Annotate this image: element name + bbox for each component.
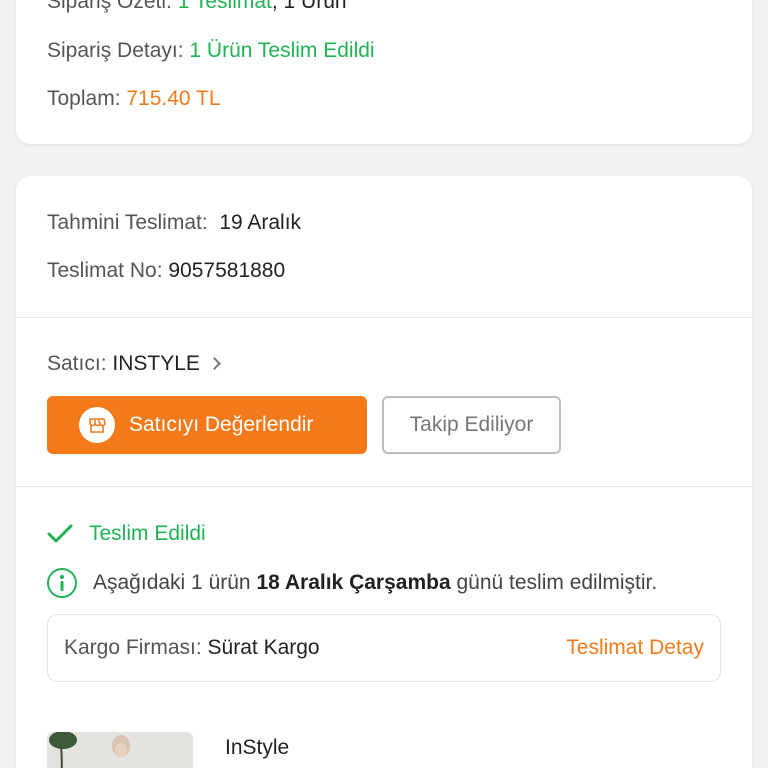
delivery-status-text: Teslim Edildi xyxy=(89,522,206,545)
cargo-company: Sürat Kargo xyxy=(207,636,320,659)
divider xyxy=(16,317,752,318)
cargo-box: Kargo Firması: Sürat Kargo Teslimat Deta… xyxy=(47,614,721,682)
chevron-right-icon xyxy=(208,357,221,370)
delivery-number-row: Teslimat No: 9057581880 xyxy=(47,259,285,283)
info-prefix: Aşağıdaki 1 ürün xyxy=(93,571,251,594)
seller-label: Satıcı: xyxy=(47,352,107,375)
rate-seller-button[interactable]: Satıcıyı Değerlendir xyxy=(47,396,367,454)
order-summary-value: 1 Teslimat xyxy=(177,0,272,13)
estimated-delivery-value: 19 Aralık xyxy=(219,211,302,234)
order-detail-label: Sipariş Detayı: xyxy=(47,39,184,62)
delivery-detail-link[interactable]: Teslimat Detay xyxy=(566,636,704,660)
order-detail-value: 1 Ürün Teslim Edildi xyxy=(189,39,375,62)
product-thumbnail[interactable] xyxy=(47,732,193,768)
seller-link[interactable]: Satıcı: INSTYLE xyxy=(47,352,221,376)
info-icon xyxy=(47,568,77,598)
cargo-info: Kargo Firması: Sürat Kargo xyxy=(64,636,320,660)
following-button[interactable]: Takip Ediliyor xyxy=(382,396,561,454)
total-value: 715.40 TL xyxy=(126,87,221,110)
info-date: 18 Aralık Çarşamba xyxy=(256,571,451,594)
total-row: Toplam: 715.40 TL xyxy=(47,87,221,111)
delivery-info: Aşağıdaki 1 ürün 18 Aralık Çarşamba günü… xyxy=(47,568,657,598)
cargo-label: Kargo Firması: xyxy=(64,636,202,659)
order-summary-rest: , 1 Ürün xyxy=(271,0,347,13)
estimated-delivery-row: Tahmini Teslimat: 19 Aralık xyxy=(47,211,301,235)
following-label: Takip Ediliyor xyxy=(409,413,534,436)
product-brand: InStyle xyxy=(225,736,290,759)
delivery-number-label: Teslimat No: xyxy=(47,259,163,282)
delivery-card: Tahmini Teslimat: 19 Aralık Teslimat No:… xyxy=(16,176,752,768)
info-suffix: günü teslim edilmiştir. xyxy=(456,571,658,594)
order-summary-row: Sipariş Özeti: 1 Teslimat, 1 Ürün xyxy=(47,0,347,14)
total-label: Toplam: xyxy=(47,87,121,110)
delivery-number-value: 9057581880 xyxy=(168,259,286,282)
delivery-status: Teslim Edildi xyxy=(47,522,206,546)
seller-name: INSTYLE xyxy=(112,352,200,375)
check-icon xyxy=(47,524,73,544)
divider xyxy=(16,486,752,487)
order-summary-label: Sipariş Özeti: xyxy=(47,0,172,13)
rate-seller-label: Satıcıyı Değerlendir xyxy=(129,413,314,436)
order-summary-card: Sipariş Özeti: 1 Teslimat, 1 Ürün Sipari… xyxy=(16,0,752,144)
order-detail-row: Sipariş Detayı: 1 Ürün Teslim Edildi xyxy=(47,39,375,63)
store-icon xyxy=(79,407,115,443)
estimated-delivery-label: Tahmini Teslimat: xyxy=(47,211,208,234)
